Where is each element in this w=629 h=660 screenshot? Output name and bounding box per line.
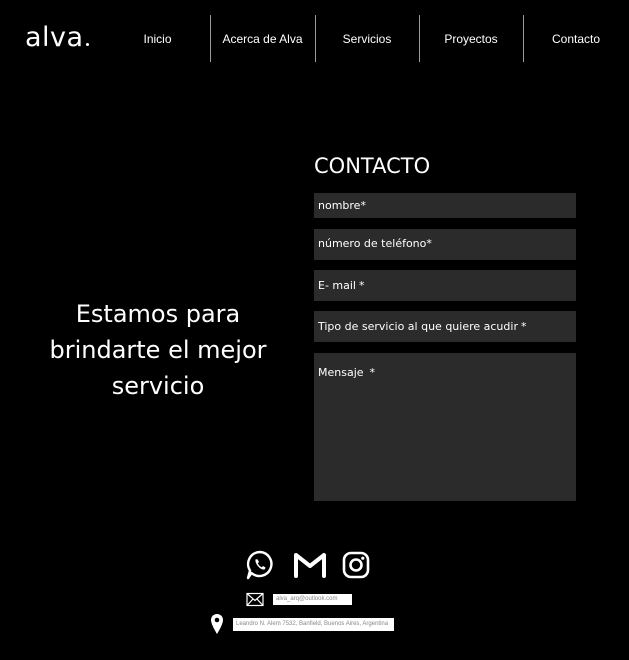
email-field[interactable]: E- mail * xyxy=(314,270,576,301)
hero-line: Estamos para xyxy=(75,300,241,328)
gmail-icon[interactable] xyxy=(292,548,328,582)
main-nav: Inicio Acerca de Alva Servicios Proyecto… xyxy=(105,15,629,62)
contact-title: CONTACTO xyxy=(314,154,431,178)
nav-item-proyectos[interactable]: Proyectos xyxy=(419,15,523,62)
field-label: Mensaje * xyxy=(318,366,376,379)
nav-item-acerca[interactable]: Acerca de Alva xyxy=(210,15,315,62)
logo-text: alva xyxy=(25,22,84,53)
logo-dot xyxy=(85,43,89,46)
address-row: Leandro N. Alem 7532, Banfield, Buenos A… xyxy=(210,613,394,635)
whatsapp-icon[interactable] xyxy=(244,548,276,582)
hero-line: brindarte el mejor xyxy=(49,336,267,364)
nav-item-contacto[interactable]: Contacto xyxy=(523,15,629,62)
nav-item-inicio[interactable]: Inicio xyxy=(105,15,210,62)
address-text[interactable]: Leandro N. Alem 7532, Banfield, Buenos A… xyxy=(233,617,394,631)
nav-item-servicios[interactable]: Servicios xyxy=(315,15,419,62)
alva-logo[interactable]: alva xyxy=(25,22,89,53)
field-label: E- mail * xyxy=(318,279,365,292)
hero-line: servicio xyxy=(111,372,205,400)
email-text[interactable]: alva_arq@outlook.com xyxy=(273,594,352,605)
phone-field[interactable]: número de teléfono* xyxy=(314,229,576,260)
field-label: Tipo de servicio al que quiere acudir * xyxy=(318,320,527,333)
field-label: número de teléfono* xyxy=(318,237,432,250)
email-row: alva_arq@outlook.com xyxy=(246,592,352,607)
envelope-icon xyxy=(246,592,264,607)
field-label: nombre* xyxy=(318,199,366,212)
service-type-field[interactable]: Tipo de servicio al que quiere acudir * xyxy=(314,311,576,342)
hero-heading: Estamos para brindarte el mejor servicio xyxy=(30,296,286,404)
location-pin-icon xyxy=(210,613,224,635)
name-field[interactable]: nombre* xyxy=(314,193,576,218)
message-field[interactable]: Mensaje * xyxy=(314,353,576,501)
instagram-icon[interactable] xyxy=(341,548,371,582)
